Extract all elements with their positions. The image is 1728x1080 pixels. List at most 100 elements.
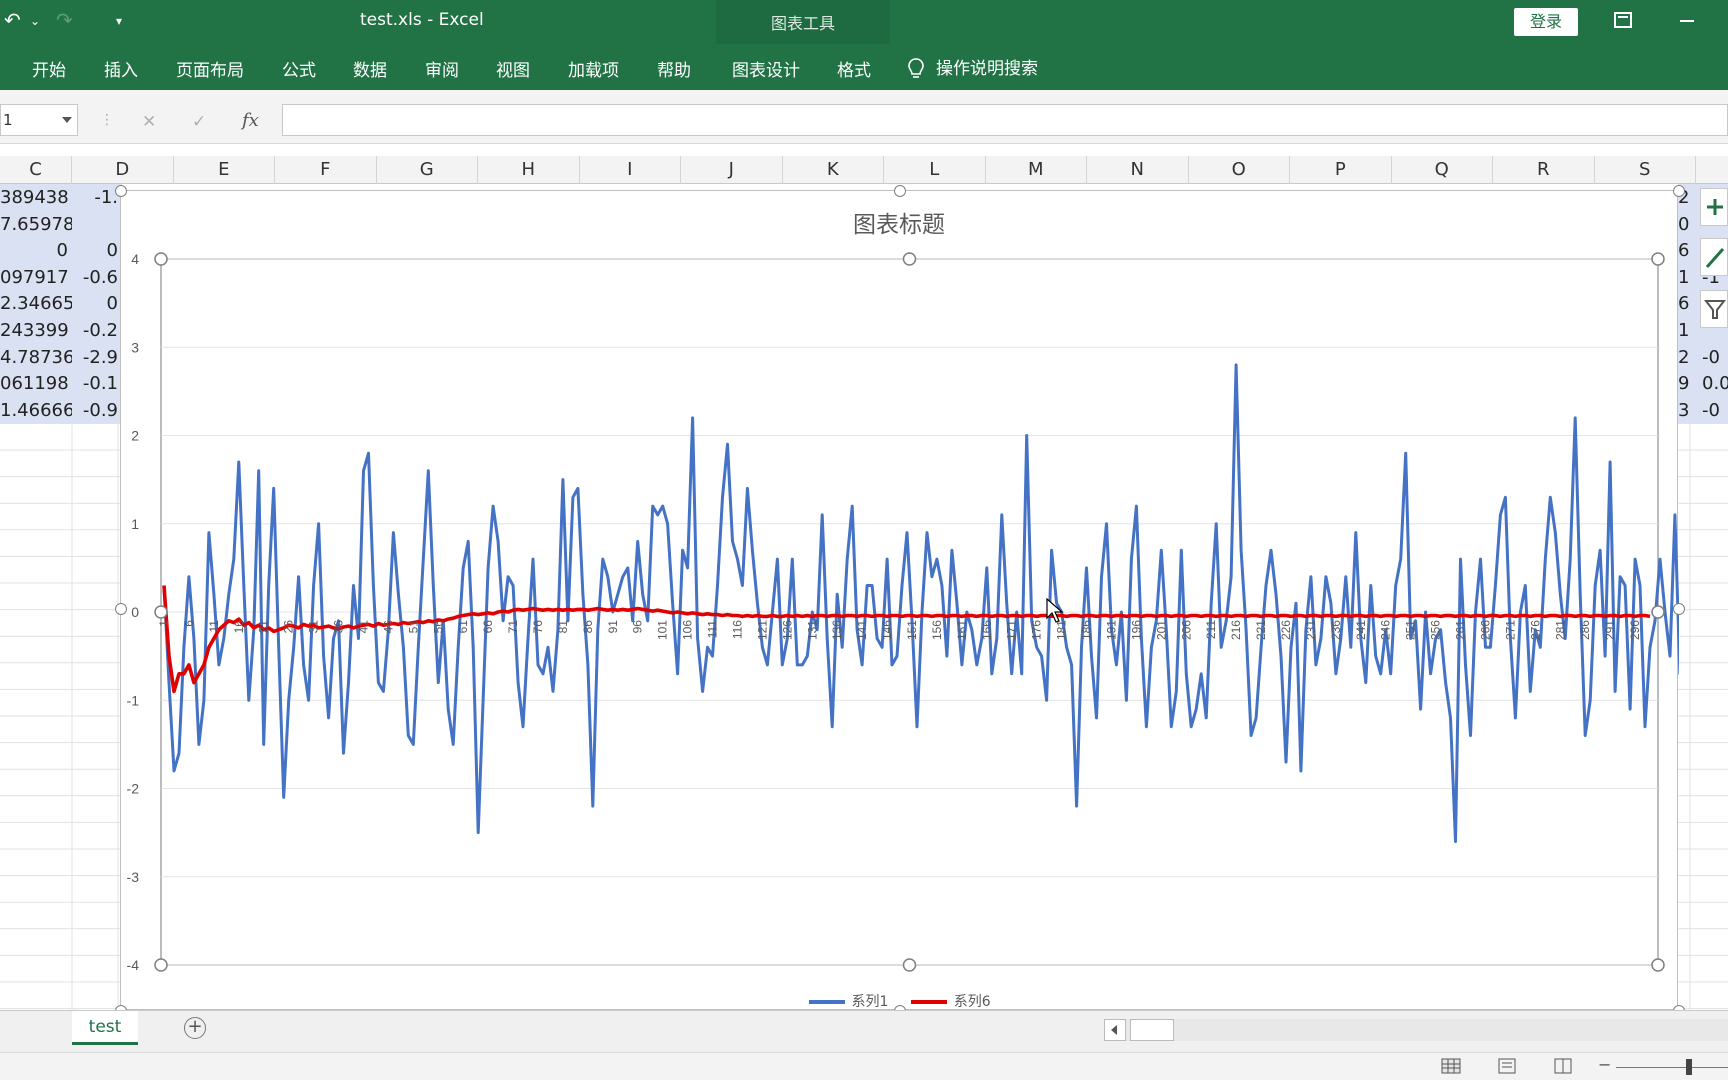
column-header-h[interactable]: H (478, 156, 580, 184)
login-button[interactable]: 登录 (1514, 8, 1578, 36)
zoom-slider-knob[interactable] (1686, 1059, 1692, 1075)
cell-col-d-6[interactable]: -0.2 (72, 317, 122, 344)
add-sheet-button[interactable]: + (184, 1017, 206, 1039)
cell-col-c-3[interactable]: 0 (0, 237, 72, 265)
chart-filters-button[interactable] (1700, 290, 1728, 328)
plot-area-handle[interactable] (1651, 252, 1665, 266)
column-header-q[interactable]: Q (1392, 156, 1493, 184)
cell-right-edge_b-8[interactable]: 0.0 (1702, 370, 1728, 398)
cell-right-edge_a-9[interactable]: 3 (1678, 396, 1702, 424)
page-layout-view-icon[interactable] (1496, 1057, 1518, 1075)
series-line-series1[interactable] (162, 363, 1679, 843)
formula-bar-grip-icon[interactable]: ⋮ (100, 112, 114, 128)
tab-data[interactable]: 数据 (353, 56, 387, 81)
cell-right-edge_a-3[interactable]: 6 (1678, 237, 1702, 265)
chart-plot[interactable]: 43210-1-2-3-41 6 11 16 21 26 31 36 41 46 51 56 61 66 7… (121, 191, 1679, 1011)
zoom-out-icon[interactable]: − (1598, 1055, 1611, 1074)
scroll-thumb[interactable] (1130, 1019, 1174, 1041)
column-header-l[interactable]: L (884, 156, 986, 184)
cell-col-d-9[interactable]: -0.9 (72, 396, 122, 424)
column-header-i[interactable]: I (580, 156, 681, 184)
cell-col-c-8[interactable]: 061198 (0, 370, 72, 398)
insert-function-icon[interactable]: fx (242, 110, 259, 131)
minimize-icon[interactable] (1680, 20, 1694, 22)
cell-col-c-6[interactable]: 243399 (0, 317, 72, 344)
tab-add-ins[interactable]: 加载项 (568, 56, 619, 81)
tab-help[interactable]: 帮助 (657, 56, 691, 81)
page-break-view-icon[interactable] (1552, 1057, 1574, 1075)
cell-col-c-4[interactable]: 097917 (0, 263, 72, 291)
cell-right-edge_a-6[interactable]: 1 (1678, 317, 1702, 344)
plot-area-handle[interactable] (154, 252, 168, 266)
chart-styles-button[interactable] (1700, 238, 1728, 276)
cell-col-d-4[interactable]: -0.6 (72, 263, 122, 291)
column-header-f[interactable]: F (275, 156, 377, 184)
tab-formulas[interactable]: 公式 (282, 56, 316, 81)
resize-handle-left[interactable] (115, 603, 127, 615)
column-header-c[interactable]: C (0, 156, 72, 184)
cell-right-edge_a-7[interactable]: 2 (1678, 343, 1702, 371)
chart-elements-button[interactable] (1700, 188, 1728, 226)
plot-area-handle[interactable] (154, 958, 168, 972)
tab-insert[interactable]: 插入 (104, 56, 138, 81)
sheet-tab-test[interactable]: test (72, 1011, 138, 1045)
cell-right-edge_b-7[interactable]: -0 (1702, 343, 1728, 371)
column-header-s[interactable]: S (1595, 156, 1696, 184)
customize-qat-icon[interactable]: ▾ (116, 14, 122, 28)
resize-handle-top-right[interactable] (1673, 185, 1685, 197)
redo-icon[interactable]: ↷ (56, 8, 73, 32)
normal-view-icon[interactable] (1440, 1057, 1462, 1075)
horizontal-scrollbar[interactable] (1104, 1019, 1728, 1041)
cell-col-c-2[interactable]: 7.65978 (0, 210, 72, 238)
column-header-g[interactable]: G (377, 156, 478, 184)
scroll-left-icon[interactable] (1104, 1019, 1126, 1041)
undo-dropdown-icon[interactable]: ⌄ (30, 14, 40, 28)
plot-area-handle[interactable] (154, 605, 168, 619)
tell-me-search[interactable]: 操作说明搜索 (908, 54, 1038, 80)
ribbon-display-options-icon[interactable] (1614, 12, 1632, 28)
formula-input[interactable] (282, 104, 1728, 136)
plot-area-handle[interactable] (1651, 958, 1665, 972)
cell-right-edge_a-5[interactable]: 6 (1678, 290, 1702, 318)
resize-handle-top[interactable] (894, 185, 906, 197)
cell-col-d-5[interactable]: 0 (72, 290, 122, 318)
tab-home[interactable]: 开始 (32, 56, 66, 81)
column-header-k[interactable]: K (783, 156, 884, 184)
cell-right-edge_b-9[interactable]: -0 (1702, 396, 1728, 424)
undo-icon[interactable]: ↶ (4, 8, 21, 32)
cell-col-d-8[interactable]: -0.1 (72, 370, 122, 398)
cell-col-c-9[interactable]: 1.46666 (0, 396, 72, 424)
column-header-r[interactable]: R (1493, 156, 1595, 184)
enter-formula-icon[interactable]: ✓ (192, 112, 206, 132)
cell-col-d-3[interactable]: 0 (72, 237, 122, 265)
cell-col-d-2[interactable] (72, 210, 122, 238)
resize-handle-right[interactable] (1673, 603, 1685, 615)
tab-format[interactable]: 格式 (837, 56, 871, 81)
plot-area-handle[interactable] (902, 252, 917, 266)
name-box-dropdown-icon[interactable] (62, 117, 72, 123)
cell-col-c-5[interactable]: 2.34665 (0, 290, 72, 318)
cell-col-c-1[interactable]: 389438 (0, 184, 72, 211)
column-header-j[interactable]: J (681, 156, 783, 184)
column-header-e[interactable]: E (174, 156, 275, 184)
tab-chart-design[interactable]: 图表设计 (732, 56, 800, 81)
cancel-formula-icon[interactable]: ✕ (142, 112, 156, 132)
resize-handle-top-left[interactable] (115, 185, 127, 197)
cell-right-edge_a-4[interactable]: 1 (1678, 263, 1702, 291)
column-header-m[interactable]: M (986, 156, 1087, 184)
column-header-o[interactable]: O (1189, 156, 1290, 184)
column-header-n[interactable]: N (1087, 156, 1189, 184)
cell-right-edge_a-8[interactable]: 9 (1678, 370, 1702, 398)
column-header-d[interactable]: D (72, 156, 174, 184)
cell-col-c-7[interactable]: 4.78736 (0, 343, 72, 371)
chart-area[interactable]: 图表标题 4 3 2 1 0 -1 -2 -3 -4 1 6 11 16 21 26 31 36 41 46 51 56… (115, 185, 1685, 1017)
tab-review[interactable]: 审阅 (425, 56, 459, 81)
zoom-slider-track[interactable] (1616, 1067, 1728, 1068)
tab-page-layout[interactable]: 页面布局 (176, 56, 244, 81)
cell-col-d-7[interactable]: -2.9 (72, 343, 122, 371)
plot-area-handle[interactable] (902, 958, 917, 972)
cell-right-edge_a-2[interactable]: 0 (1678, 210, 1702, 238)
plot-area-handle[interactable] (1651, 605, 1665, 619)
column-header-p[interactable]: P (1290, 156, 1392, 184)
tab-view[interactable]: 视图 (496, 56, 530, 81)
